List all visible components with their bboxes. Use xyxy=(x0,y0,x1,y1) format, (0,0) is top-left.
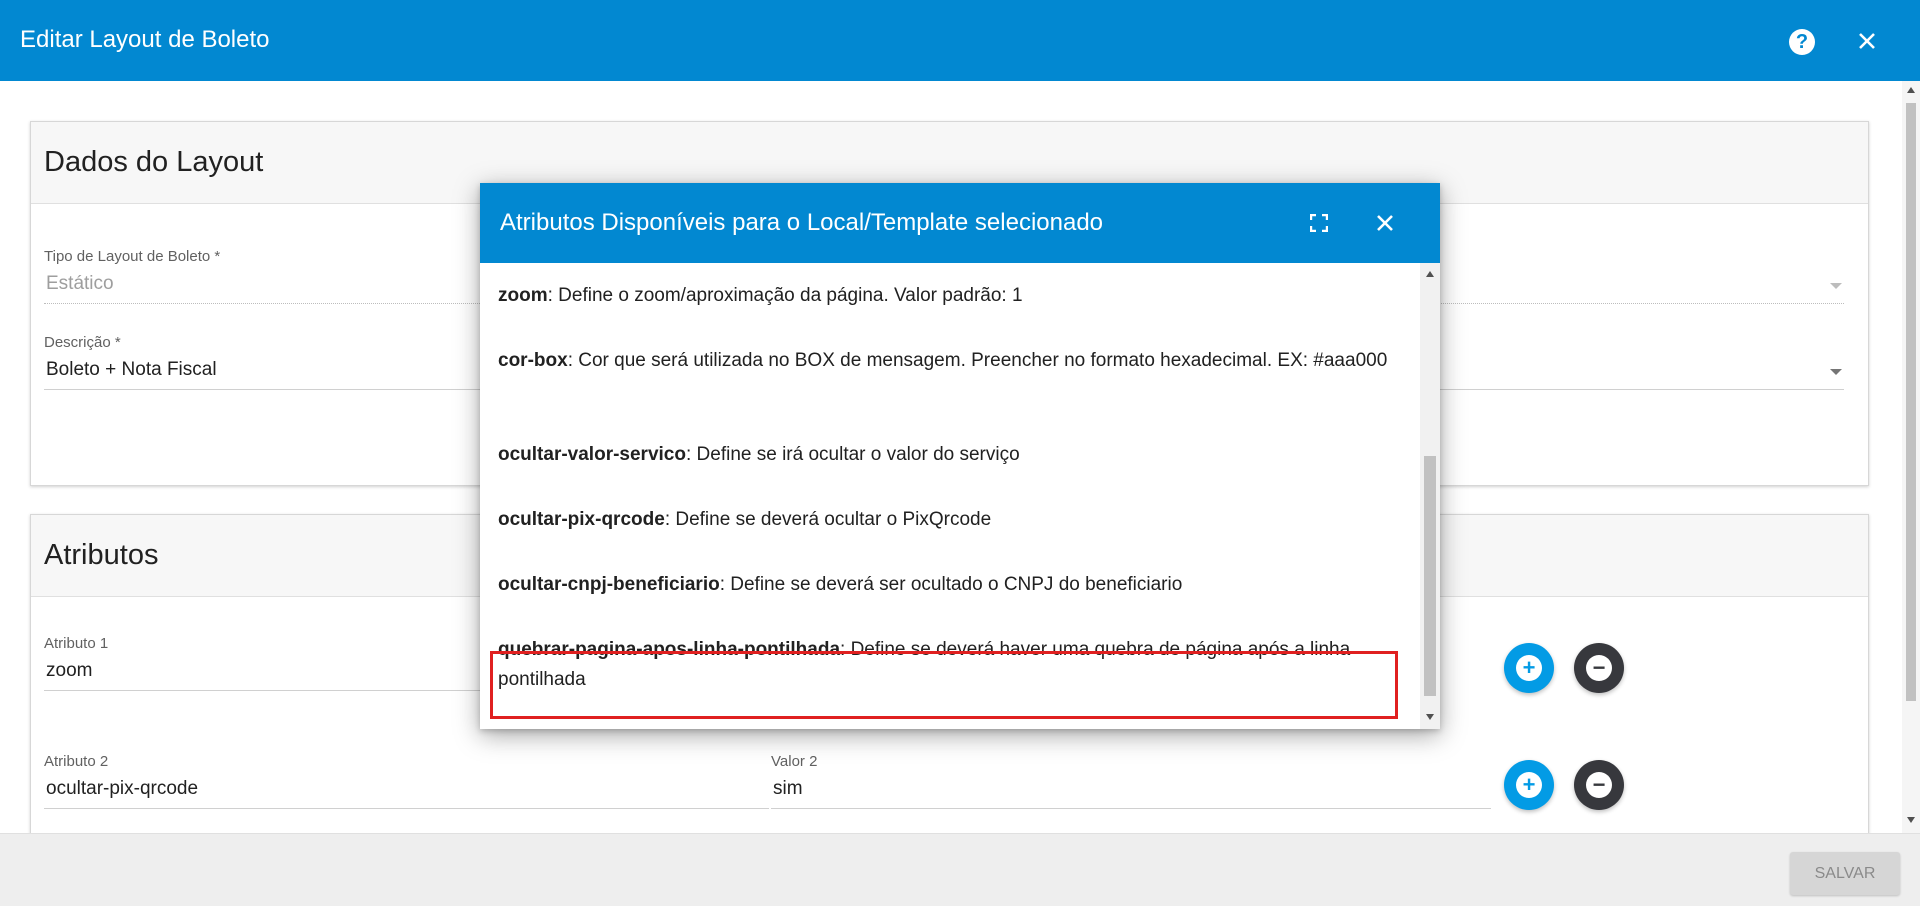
attribute-description: : Define se deverá ocultar o PixQrcode xyxy=(664,509,992,530)
attributes-modal: Atributos Disponíveis para o Local/Templ… xyxy=(480,183,1440,729)
list-item: ocultar-valor-servico: Define se irá ocu… xyxy=(498,440,1398,470)
fullscreen-icon[interactable] xyxy=(1310,214,1328,232)
attribute-name: cor-box xyxy=(498,350,568,371)
close-icon[interactable] xyxy=(1372,210,1398,236)
modal-scrollbar[interactable] xyxy=(1420,263,1440,729)
modal-header: Atributos Disponíveis para o Local/Templ… xyxy=(480,183,1440,263)
attribute-name: ocultar-valor-servico xyxy=(498,444,686,465)
attribute-description: : Define se irá ocultar o valor do servi… xyxy=(685,444,1020,465)
attribute-name: ocultar-pix-qrcode xyxy=(498,509,665,530)
attribute-description: : Cor que será utilizada no BOX de mensa… xyxy=(567,350,1388,371)
list-item: zoom: Define o zoom/aproximação da págin… xyxy=(498,281,1398,311)
attribute-name: zoom xyxy=(498,285,548,306)
list-item: quebrar-pagina-apos-linha-pontilhada: De… xyxy=(498,635,1378,695)
attribute-description: : Define o zoom/aproximação da página. V… xyxy=(547,285,1023,306)
list-item: ocultar-pix-qrcode: Define se deverá ocu… xyxy=(498,505,1398,535)
attribute-description: : Define se deverá ser ocultado o CNPJ d… xyxy=(719,574,1183,595)
list-item: ocultar-cnpj-beneficiario: Define se dev… xyxy=(498,570,1398,600)
attribute-name: quebrar-pagina-apos-linha-pontilhada xyxy=(498,639,841,660)
scrollbar-thumb[interactable] xyxy=(1424,456,1436,696)
attribute-name: ocultar-cnpj-beneficiario xyxy=(498,574,720,595)
list-item: cor-box: Cor que será utilizada no BOX d… xyxy=(498,346,1398,376)
scroll-down-icon[interactable] xyxy=(1426,714,1434,720)
modal-overlay: Atributos Disponíveis para o Local/Templ… xyxy=(0,0,1920,906)
attributes-list: zoom: Define o zoom/aproximação da págin… xyxy=(480,263,1420,729)
modal-title: Atributos Disponíveis para o Local/Templ… xyxy=(500,209,1104,236)
scroll-up-icon[interactable] xyxy=(1426,271,1434,277)
